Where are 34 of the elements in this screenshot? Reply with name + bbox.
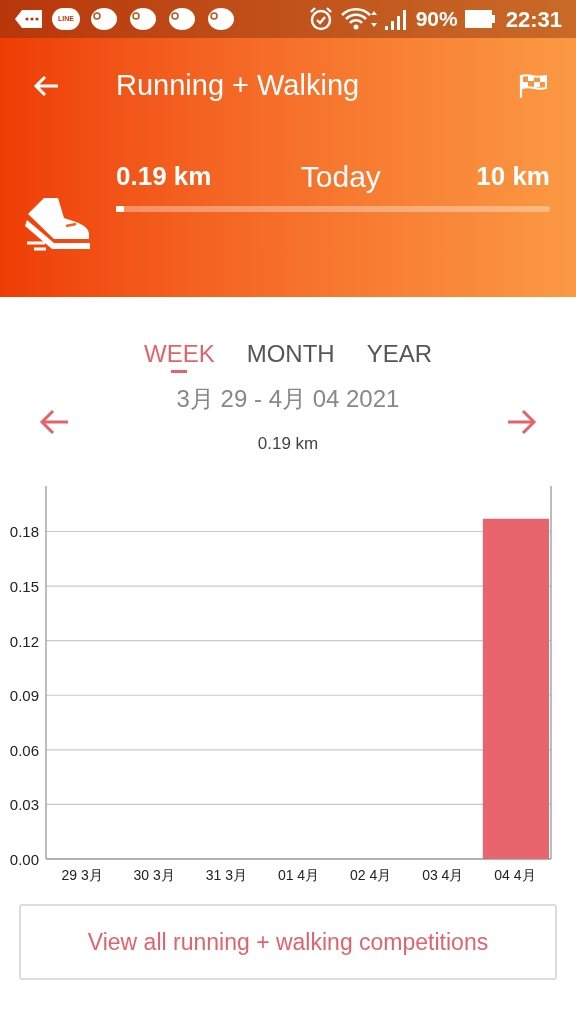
checkered-flag-icon <box>518 73 548 99</box>
period-tab[interactable]: MONTH <box>246 339 335 373</box>
goal-distance: 10 km <box>476 159 550 193</box>
battery-percent: 90% <box>415 6 458 33</box>
battery-icon <box>463 9 496 29</box>
x-tick-label: 01 4月 <box>277 867 320 883</box>
y-tick-label: 0.09 <box>9 687 39 705</box>
period-tab[interactable]: YEAR <box>366 339 432 373</box>
previous-button[interactable] <box>38 407 70 437</box>
y-tick-label: 0.00 <box>9 851 39 868</box>
right-arrow-icon <box>506 408 538 436</box>
left-arrow-icon <box>38 408 70 436</box>
y-tick-label: 0.15 <box>9 578 39 596</box>
screen-title: Running + Walking <box>116 68 360 104</box>
y-tick-label: 0.18 <box>9 523 39 541</box>
x-tick-label: 03 4月 <box>422 867 464 883</box>
sneaker-icon <box>24 196 92 252</box>
clock: 22:31 <box>505 5 562 34</box>
x-tick-label: 29 3月 <box>61 867 103 883</box>
y-tick-label: 0.06 <box>9 741 39 759</box>
wifi-icon <box>339 7 378 31</box>
total-distance: 0.19 km <box>257 433 319 455</box>
x-tick-label: 02 4月 <box>350 867 392 883</box>
y-tick-label: 0.12 <box>9 632 39 650</box>
y-tick-label: 0.03 <box>9 796 39 814</box>
x-tick-label: 31 3月 <box>205 867 247 883</box>
x-tick-label: 04 4月 <box>494 867 536 883</box>
x-tick-label: 30 3月 <box>133 867 175 883</box>
current-distance: 0.19 km <box>116 159 212 193</box>
back-arrow-icon <box>32 74 60 98</box>
more-notifications-icon <box>14 8 44 30</box>
period-label: Today <box>300 158 381 195</box>
next-button[interactable] <box>506 407 538 437</box>
date-range: 3月 29 - 4月 04 2021 <box>176 384 400 414</box>
